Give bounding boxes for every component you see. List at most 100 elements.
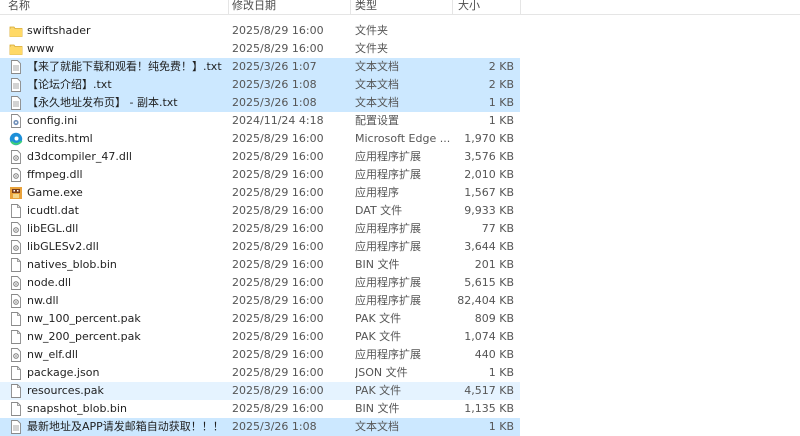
file-type: 文本文档 [355,60,399,73]
type-column-header[interactable]: 类型 [355,0,377,12]
file-size: 4,517 KB [464,384,514,397]
text-file-icon [9,96,23,110]
file-row[interactable]: Game.exe 2025/8/29 16:00 应用程序 1,567 KB [0,184,520,202]
file-size: 1,074 KB [464,330,514,343]
file-row[interactable]: libGLESv2.dll 2025/8/29 16:00 应用程序扩展 3,644 … [0,238,520,256]
file-type: PAK 文件 [355,330,402,343]
text-file-icon [9,78,23,92]
file-row[interactable]: www 2025/8/29 16:00 文件夹 [0,40,520,58]
file-type: BIN 文件 [355,258,400,271]
file-date: 2025/8/29 16:00 [232,384,324,397]
file-row[interactable]: nw_200_percent.pak 2025/8/29 16:00 PAK 文件 1… [0,328,520,346]
file-row[interactable]: config.ini 2024/11/24 4:18 配置设置 1 KB [0,112,520,130]
file-row[interactable]: libEGL.dll 2025/8/29 16:00 应用程序扩展 77 KB [0,220,520,238]
file-size: 1,970 KB [464,132,514,145]
file-name: natives_blob.bin [27,258,117,271]
file-row[interactable]: 【来了就能下载和观看！纯免费！】.txt 2025/3/26 1:07 文本文档 2 … [0,58,520,76]
size-column-header[interactable]: 大小 [458,0,480,12]
file-date: 2025/8/29 16:00 [232,402,324,415]
file-date: 2025/8/29 16:00 [232,276,324,289]
file-type: 文本文档 [355,96,399,109]
file-name: libEGL.dll [27,222,79,235]
file-name: 【论坛介绍】.txt [27,78,112,91]
file-type: 应用程序扩展 [355,150,421,163]
file-size: 9,933 KB [464,204,514,217]
file-date: 2025/8/29 16:00 [232,366,324,379]
file-row[interactable]: resources.pak 2025/8/29 16:00 PAK 文件 4,517 … [0,382,520,400]
column-divider[interactable] [350,0,351,14]
name-column-header[interactable]: 名称 [8,0,30,12]
file-type: 文件夹 [355,42,388,55]
file-type: 应用程序扩展 [355,240,421,253]
date-column-header[interactable]: 修改日期 [232,0,276,12]
blank-file-icon [9,384,23,398]
file-size [455,40,514,58]
file-row[interactable]: node.dll 2025/8/29 16:00 应用程序扩展 5,615 KB [0,274,520,292]
file-type: PAK 文件 [355,384,402,397]
file-size: 1 KB [488,114,514,127]
file-date: 2025/3/26 1:07 [232,60,317,73]
file-name: nw_100_percent.pak [27,312,141,325]
file-size: 5,615 KB [464,276,514,289]
file-row[interactable]: d3dcompiler_47.dll 2025/8/29 16:00 应用程序扩展 3… [0,148,520,166]
file-type: 应用程序扩展 [355,222,421,235]
file-type: 应用程序扩展 [355,276,421,289]
file-row[interactable]: natives_blob.bin 2025/8/29 16:00 BIN 文件 201… [0,256,520,274]
file-row[interactable]: 最新地址及APP请发邮箱自动获取！！！ .... 2025/3/26 1:08 文本… [0,418,520,436]
file-date: 2025/8/29 16:00 [232,186,324,199]
file-row[interactable]: swiftshader 2025/8/29 16:00 文件夹 [0,22,520,40]
file-type: JSON 文件 [355,366,408,379]
column-divider[interactable] [452,0,453,14]
file-date: 2025/8/29 16:00 [232,294,324,307]
dll-file-icon [9,168,23,182]
file-row[interactable]: nw.dll 2025/8/29 16:00 应用程序扩展 82,404 KB [0,292,520,310]
column-divider[interactable] [520,0,521,14]
file-type: 文本文档 [355,78,399,91]
file-row[interactable]: snapshot_blob.bin 2025/8/29 16:00 BIN 文件 1,… [0,400,520,418]
file-date: 2025/8/29 16:00 [232,222,324,235]
edge-icon [9,132,23,146]
file-name: d3dcompiler_47.dll [27,150,132,163]
file-row[interactable]: credits.html 2025/8/29 16:00 Microsoft Edg… [0,130,520,148]
file-date: 2025/8/29 16:00 [232,348,324,361]
column-divider[interactable] [228,0,229,14]
file-size: 2 KB [488,60,514,73]
folder-icon [9,24,23,38]
file-row[interactable]: icudtl.dat 2025/8/29 16:00 DAT 文件 9,933 KB [0,202,520,220]
file-type: 配置设置 [355,114,399,127]
blank-file-icon [9,330,23,344]
file-date: 2025/8/29 16:00 [232,150,324,163]
file-name: nw.dll [27,294,59,307]
file-name: swiftshader [27,24,91,37]
file-row[interactable]: package.json 2025/8/29 16:00 JSON 文件 1 KB [0,364,520,382]
file-date: 2025/8/29 16:00 [232,132,324,145]
file-date: 2025/8/29 16:00 [232,168,324,181]
file-name: ffmpeg.dll [27,168,83,181]
file-type: Microsoft Edge ... [355,132,451,145]
file-name: libGLESv2.dll [27,240,99,253]
file-name: nw_200_percent.pak [27,330,141,343]
text-file-icon [9,60,23,74]
file-date: 2025/8/29 16:00 [232,204,324,217]
blank-file-icon [9,366,23,380]
dll-file-icon [9,348,23,362]
file-row[interactable]: ffmpeg.dll 2025/8/29 16:00 应用程序扩展 2,010 KB [0,166,520,184]
file-type: 文件夹 [355,24,388,37]
file-name: www [27,42,54,55]
dll-file-icon [9,150,23,164]
file-size: 2 KB [488,78,514,91]
file-name: 【来了就能下载和观看！纯免费！】.txt [27,60,222,73]
file-name: package.json [27,366,100,379]
file-row[interactable]: 【论坛介绍】.txt 2025/3/26 1:08 文本文档 2 KB [0,76,520,94]
text-file-icon [9,420,23,434]
file-date: 2025/3/26 1:08 [232,96,317,109]
file-size: 3,644 KB [464,240,514,253]
file-row[interactable]: nw_elf.dll 2025/8/29 16:00 应用程序扩展 440 KB [0,346,520,364]
file-name: credits.html [27,132,93,145]
file-row[interactable]: 【永久地址发布页】 - 副本.txt 2025/3/26 1:08 文本文档 1 KB [0,94,520,112]
config-file-icon [9,114,23,128]
file-date: 2025/3/26 1:08 [232,78,317,91]
dll-file-icon [9,240,23,254]
file-row[interactable]: nw_100_percent.pak 2025/8/29 16:00 PAK 文件 8… [0,310,520,328]
file-date: 2025/8/29 16:00 [232,330,324,343]
